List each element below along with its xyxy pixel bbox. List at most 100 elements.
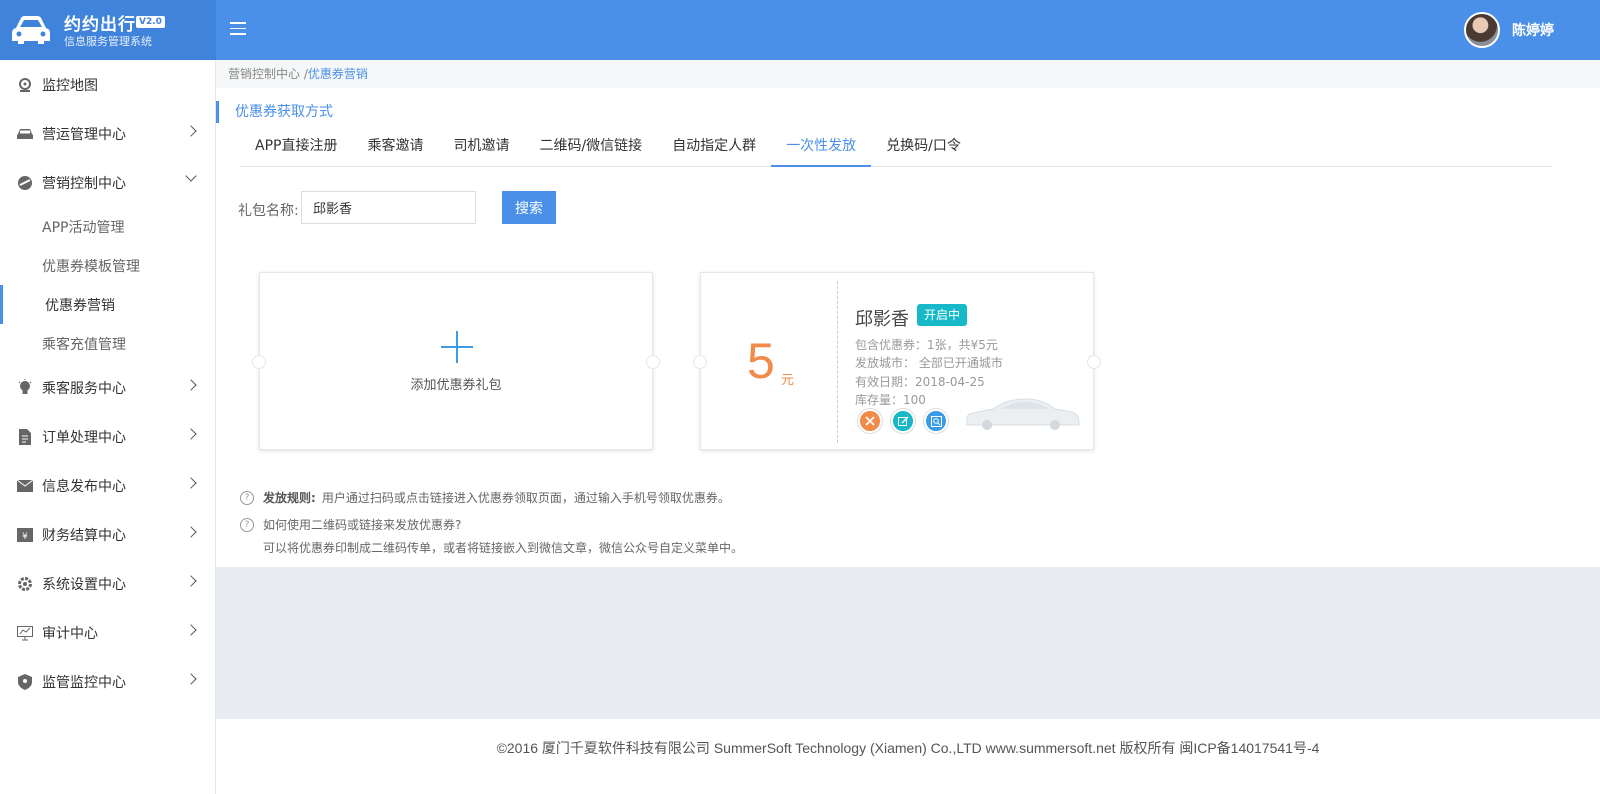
tab-bar: APP直接注册 乘客邀请 司机邀请 二维码/微信链接 自动指定人群 一次性发放 …	[240, 129, 1552, 167]
tab-driver-invite[interactable]: 司机邀请	[438, 129, 524, 167]
version-badge: V2.0	[136, 16, 165, 28]
sidebar-subitem-coupon-template[interactable]: 优惠券模板管理	[0, 246, 215, 285]
avatar[interactable]	[1464, 12, 1500, 48]
rules-section: ? 发放规则: 用户通过扫码或点击链接进入优惠券领取页面，通过输入手机号领取优惠券…	[240, 489, 743, 566]
breadcrumb-parent[interactable]: 营销控制中心 /	[228, 67, 308, 81]
rule-text: 用户通过扫码或点击链接进入优惠券领取页面，通过输入手机号领取优惠券。	[321, 491, 730, 505]
dashed-divider	[837, 281, 838, 443]
add-coupon-package-card[interactable]: 添加优惠券礼包	[252, 272, 660, 450]
delete-button[interactable]	[858, 409, 882, 433]
sidebar-item-label: 系统设置中心	[42, 576, 126, 593]
hamburger-menu-icon[interactable]	[230, 22, 246, 36]
tab-auto-target[interactable]: 自动指定人群	[657, 129, 771, 167]
sidebar-item-passenger-service[interactable]: 乘客服务中心	[0, 363, 215, 412]
monitor-chart-icon	[16, 624, 34, 642]
marketing-icon	[16, 174, 34, 192]
lightbulb-icon	[16, 378, 34, 397]
rule-item: ? 发放规则: 用户通过扫码或点击链接进入优惠券领取页面，通过输入手机号领取优惠券…	[240, 489, 743, 506]
top-header: 约约出行 V2.0 信息服务管理系统 陈婷婷	[0, 0, 1600, 60]
sidebar: 监控地图 营运管理中心 营销控制中心 APP活动管理 优惠券模板管理 优惠券营销…	[0, 60, 216, 794]
chevron-right-icon	[185, 379, 197, 391]
chevron-right-icon	[185, 428, 197, 440]
search-icon	[930, 415, 942, 427]
breadcrumb: 营销控制中心 /优惠券营销	[216, 60, 1600, 88]
question-icon: ?	[240, 491, 254, 505]
sidebar-item-label: 监控地图	[42, 77, 98, 94]
sidebar-item-label: 营销控制中心	[42, 175, 126, 192]
chevron-right-icon	[185, 125, 197, 137]
car-icon	[16, 125, 34, 143]
rule-answer: 可以将优惠券印制成二维码传单，或者将链接嵌入到微信文章，微信公众号自定义菜单中。	[263, 541, 744, 555]
brand[interactable]: 约约出行 V2.0 信息服务管理系统	[0, 0, 216, 60]
coupon-contains: 包含优惠券：1张，共¥5元	[855, 338, 998, 352]
brand-title: 约约出行	[64, 15, 136, 35]
svg-text:¥: ¥	[22, 532, 28, 542]
tab-app-register[interactable]: APP直接注册	[240, 129, 352, 167]
mail-icon	[16, 477, 34, 495]
rule-item: ? 如何使用二维码或链接来发放优惠券? 可以将优惠券印制成二维码传单，或者将链接…	[240, 516, 743, 556]
search-button[interactable]: 搜索	[502, 191, 556, 224]
sidebar-item-operations[interactable]: 营运管理中心	[0, 109, 215, 158]
chevron-right-icon	[185, 673, 197, 685]
sidebar-item-label: 财务结算中心	[42, 527, 126, 544]
view-button[interactable]	[924, 409, 948, 433]
sidebar-item-label: 营运管理中心	[42, 126, 126, 143]
car-logo-icon	[12, 16, 50, 44]
coupon-city: 发放城市： 全部已开通城市	[855, 356, 1003, 370]
rule-question: 如何使用二维码或链接来发放优惠券?	[263, 518, 462, 532]
coupon-valid-date: 有效日期：2018-04-25	[855, 375, 985, 389]
tab-qrcode-wechat[interactable]: 二维码/微信链接	[524, 129, 657, 167]
sidebar-item-label: 监管监控中心	[42, 674, 126, 691]
status-badge: 开启中	[917, 304, 968, 326]
finance-icon: ¥	[16, 526, 34, 544]
sidebar-item-audit[interactable]: 审计中心	[0, 608, 215, 657]
coupon-amount: 5	[747, 333, 775, 389]
sidebar-item-monitor-map[interactable]: 监控地图	[0, 60, 215, 109]
coupon-stock: 库存量：100	[855, 393, 926, 407]
search-label: 礼包名称:	[238, 203, 299, 219]
sidebar-subitem-coupon-marketing[interactable]: 优惠券营销	[0, 285, 215, 324]
car-illustration-icon	[966, 398, 1080, 430]
chevron-right-icon	[185, 575, 197, 587]
sidebar-item-regulation[interactable]: 监管监控中心	[0, 657, 215, 706]
brand-subtitle: 信息服务管理系统	[64, 35, 152, 48]
sidebar-item-marketing[interactable]: 营销控制中心	[0, 158, 215, 207]
sidebar-subitem-app-activity[interactable]: APP活动管理	[0, 207, 215, 246]
content-background	[216, 567, 1600, 719]
sidebar-item-label: 乘客服务中心	[42, 380, 126, 397]
close-icon	[865, 416, 875, 426]
username[interactable]: 陈婷婷	[1512, 20, 1554, 40]
add-coupon-package-label: 添加优惠券礼包	[410, 378, 502, 393]
chevron-down-icon	[185, 170, 197, 182]
sidebar-subitem-passenger-recharge[interactable]: 乘客充值管理	[0, 324, 215, 363]
coupon-package-card: 5 元 邱影香 开启中 包含优惠券：1张，共¥5元 发放城市： 全部已开通城市 …	[693, 272, 1101, 450]
map-pin-icon	[16, 76, 34, 94]
chevron-right-icon	[185, 477, 197, 489]
gear-icon	[16, 575, 34, 593]
rule-label: 发放规则:	[263, 491, 316, 505]
question-icon: ?	[240, 518, 254, 532]
sidebar-item-label: 订单处理中心	[42, 429, 126, 446]
shield-icon	[16, 673, 34, 691]
section-title: 优惠券获取方式	[216, 101, 333, 123]
footer: ©2016 厦门千夏软件科技有限公司 SummerSoft Technology…	[216, 719, 1600, 794]
package-name-input[interactable]	[301, 191, 476, 224]
document-icon	[16, 428, 34, 446]
tab-redeem-code[interactable]: 兑换码/口令	[871, 129, 976, 167]
chevron-right-icon	[185, 624, 197, 636]
plus-icon	[441, 331, 473, 363]
tab-passenger-invite[interactable]: 乘客邀请	[352, 129, 438, 167]
sidebar-item-info-publish[interactable]: 信息发布中心	[0, 461, 215, 510]
tab-one-time[interactable]: 一次性发放	[771, 129, 872, 167]
sidebar-item-finance[interactable]: ¥ 财务结算中心	[0, 510, 215, 559]
sidebar-item-label: 信息发布中心	[42, 478, 126, 495]
sidebar-item-settings[interactable]: 系统设置中心	[0, 559, 215, 608]
chevron-right-icon	[185, 526, 197, 538]
edit-icon	[897, 415, 909, 426]
edit-button[interactable]	[891, 409, 915, 433]
sidebar-item-label: 审计中心	[42, 625, 98, 642]
breadcrumb-current: 优惠券营销	[307, 67, 368, 81]
coupon-unit: 元	[781, 373, 795, 388]
sidebar-item-orders[interactable]: 订单处理中心	[0, 412, 215, 461]
coupon-name: 邱影香	[855, 309, 909, 330]
